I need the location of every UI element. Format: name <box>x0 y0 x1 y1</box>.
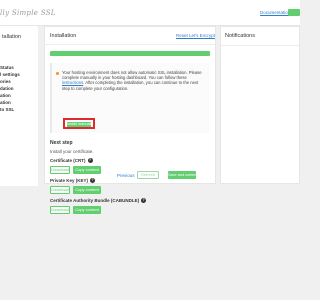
warning-icon <box>56 72 59 75</box>
progress-bar <box>50 51 210 56</box>
sidebar-item-activate-ssl[interactable]: to SSL <box>0 107 14 112</box>
sidebar-item-settings[interactable]: l settings <box>0 72 20 77</box>
copy-key-button[interactable]: Copy content <box>73 186 101 194</box>
install-instruction: Install your certificate. <box>50 149 94 154</box>
sidebar-title: tallation <box>2 34 21 40</box>
sidebar-item-installation[interactable]: ation <box>0 100 11 105</box>
sidebar-item-status[interactable]: Status <box>0 65 14 70</box>
notice-text: Your hosting environment does not allow … <box>62 70 202 91</box>
sidebar-item-validation[interactable]: dation <box>0 86 14 91</box>
install-manually-button[interactable]: Install manually <box>67 122 93 127</box>
next-step-title: Next step <box>50 140 73 146</box>
highlight-box: Install manually <box>63 118 95 129</box>
download-key-button[interactable]: Download <box>50 186 70 194</box>
documentation-link[interactable]: Documentation <box>260 10 290 15</box>
help-icon[interactable]: ? <box>141 198 147 204</box>
download-crt-button[interactable]: Download <box>50 166 70 174</box>
ca-bundle-label: Certificate Authority Bundle (CABUNDLE)? <box>50 198 147 204</box>
top-bar: lly Simple SSL Documentation <box>0 0 300 26</box>
plugin-logo: lly Simple SSL <box>0 9 56 17</box>
sidebar: tallation Status l settings ories dation… <box>0 26 38 186</box>
private-key-label: Private Key (KEY)? <box>50 178 96 184</box>
installation-card: Installation Reset Let's Encrypt Your ho… <box>44 26 216 214</box>
card-title: Installation <box>50 33 77 39</box>
notifications-title: Notifications <box>225 33 255 39</box>
reset-lets-encrypt-link[interactable]: Reset Let's Encrypt <box>176 33 215 38</box>
help-icon[interactable]: ? <box>90 178 96 184</box>
progress-fill <box>50 51 210 56</box>
refresh-button[interactable]: Refresh <box>137 171 159 179</box>
copy-cabundle-button[interactable]: Copy content <box>73 206 101 214</box>
copy-crt-button[interactable]: Copy content <box>73 166 101 174</box>
notifications-panel: Notifications <box>220 26 300 184</box>
previous-link[interactable]: Previous <box>117 173 135 178</box>
sidebar-item-directories[interactable]: ories <box>0 79 11 84</box>
top-action-button[interactable] <box>288 9 300 16</box>
card-header: Installation Reset Let's Encrypt <box>45 27 215 45</box>
certificate-crt-label: Certificate (CRT)? <box>50 158 93 164</box>
warning-notice: Your hosting environment does not allow … <box>50 63 210 133</box>
save-and-continue-button[interactable]: Save and continue <box>168 171 199 179</box>
sidebar-item-generation[interactable]: ation <box>0 93 11 98</box>
help-icon[interactable]: ? <box>87 158 93 164</box>
download-cabundle-button[interactable]: Download <box>50 206 70 214</box>
divider <box>221 45 299 46</box>
